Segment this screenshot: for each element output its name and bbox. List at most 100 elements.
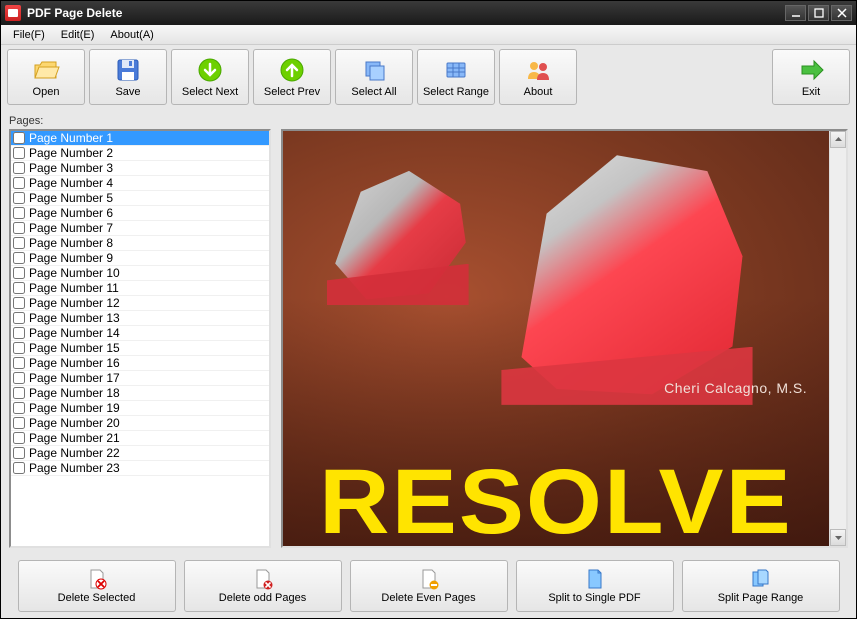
scroll-down-button[interactable] (830, 529, 846, 546)
exit-label: Exit (802, 86, 820, 98)
save-button[interactable]: Save (89, 49, 167, 105)
page-checkbox[interactable] (13, 327, 25, 339)
page-checkbox[interactable] (13, 267, 25, 279)
page-label: Page Number 22 (29, 446, 120, 460)
page-list-item[interactable]: Page Number 5 (11, 191, 269, 206)
page-checkbox[interactable] (13, 177, 25, 189)
select-all-button[interactable]: Select All (335, 49, 413, 105)
page-checkbox[interactable] (13, 462, 25, 474)
page-list-item[interactable]: Page Number 2 (11, 146, 269, 161)
page-checkbox[interactable] (13, 237, 25, 249)
page-list-item[interactable]: Page Number 8 (11, 236, 269, 251)
split-range-button[interactable]: Split Page Range (682, 560, 840, 612)
arrow-up-green-icon (278, 56, 306, 84)
exit-button[interactable]: Exit (772, 49, 850, 105)
page-list-item[interactable]: Page Number 10 (11, 266, 269, 281)
pages-list-container: Page Number 1Page Number 2Page Number 3P… (9, 129, 271, 548)
page-label: Page Number 17 (29, 371, 120, 385)
page-list-item[interactable]: Page Number 7 (11, 221, 269, 236)
page-checkbox[interactable] (13, 282, 25, 294)
page-label: Page Number 21 (29, 431, 120, 445)
page-list-item[interactable]: Page Number 3 (11, 161, 269, 176)
page-list-item[interactable]: Page Number 16 (11, 356, 269, 371)
pages-label: Pages: (9, 113, 848, 129)
page-list-item[interactable]: Page Number 21 (11, 431, 269, 446)
page-checkbox[interactable] (13, 222, 25, 234)
page-list-item[interactable]: Page Number 14 (11, 326, 269, 341)
page-checkbox[interactable] (13, 147, 25, 159)
menu-about[interactable]: About(A) (102, 27, 161, 43)
page-list-item[interactable]: Page Number 12 (11, 296, 269, 311)
page-checkbox[interactable] (13, 417, 25, 429)
select-all-label: Select All (351, 86, 396, 98)
select-next-label: Select Next (182, 86, 238, 98)
page-checkbox[interactable] (13, 297, 25, 309)
select-range-button[interactable]: Select Range (417, 49, 495, 105)
maximize-button[interactable] (808, 5, 829, 21)
page-label: Page Number 9 (29, 251, 113, 265)
page-list-item[interactable]: Page Number 9 (11, 251, 269, 266)
people-icon (524, 56, 552, 84)
select-prev-label: Select Prev (264, 86, 320, 98)
page-checkbox[interactable] (13, 387, 25, 399)
page-list-item[interactable]: Page Number 20 (11, 416, 269, 431)
page-list-item[interactable]: Page Number 4 (11, 176, 269, 191)
window-title: PDF Page Delete (27, 6, 783, 20)
about-button[interactable]: About (499, 49, 577, 105)
page-label: Page Number 16 (29, 356, 120, 370)
page-checkbox[interactable] (13, 192, 25, 204)
page-checkbox[interactable] (13, 207, 25, 219)
select-prev-button[interactable]: Select Prev (253, 49, 331, 105)
page-list-item[interactable]: Page Number 18 (11, 386, 269, 401)
page-list-item[interactable]: Page Number 11 (11, 281, 269, 296)
split-range-label: Split Page Range (718, 592, 804, 604)
page-list-item[interactable]: Page Number 1 (11, 131, 269, 146)
open-button[interactable]: Open (7, 49, 85, 105)
page-checkbox[interactable] (13, 312, 25, 324)
app-window: PDF Page Delete File(F) Edit(E) About(A)… (0, 0, 857, 619)
page-list-item[interactable]: Page Number 19 (11, 401, 269, 416)
arrow-down-green-icon (196, 56, 224, 84)
scroll-track[interactable] (830, 148, 846, 529)
delete-odd-button[interactable]: Delete odd Pages (184, 560, 342, 612)
page-label: Page Number 23 (29, 461, 120, 475)
page-label: Page Number 14 (29, 326, 120, 340)
menu-edit[interactable]: Edit(E) (53, 27, 103, 43)
page-checkbox[interactable] (13, 162, 25, 174)
page-list-item[interactable]: Page Number 22 (11, 446, 269, 461)
minimize-button[interactable] (785, 5, 806, 21)
page-checkbox[interactable] (13, 447, 25, 459)
content-area: Pages: Page Number 1Page Number 2Page Nu… (1, 109, 856, 554)
page-checkbox[interactable] (13, 372, 25, 384)
preview-scrollbar[interactable] (829, 131, 846, 546)
toolbar-spacer (581, 49, 768, 105)
select-next-button[interactable]: Select Next (171, 49, 249, 105)
page-label: Page Number 11 (29, 281, 119, 295)
mid-row: Page Number 1Page Number 2Page Number 3P… (9, 129, 848, 548)
page-label: Page Number 5 (29, 191, 113, 205)
page-checkbox[interactable] (13, 432, 25, 444)
split-single-button[interactable]: Split to Single PDF (516, 560, 674, 612)
page-checkbox[interactable] (13, 357, 25, 369)
menu-file[interactable]: File(F) (5, 27, 53, 43)
page-label: Page Number 18 (29, 386, 120, 400)
delete-selected-label: Delete Selected (58, 592, 136, 604)
page-list-item[interactable]: Page Number 17 (11, 371, 269, 386)
page-list-item[interactable]: Page Number 6 (11, 206, 269, 221)
delete-even-label: Delete Even Pages (381, 592, 475, 604)
page-checkbox[interactable] (13, 132, 25, 144)
page-list-item[interactable]: Page Number 13 (11, 311, 269, 326)
scroll-up-button[interactable] (830, 131, 846, 148)
about-label: About (524, 86, 553, 98)
page-list-item[interactable]: Page Number 23 (11, 461, 269, 476)
delete-selected-button[interactable]: Delete Selected (18, 560, 176, 612)
page-checkbox[interactable] (13, 252, 25, 264)
page-checkbox[interactable] (13, 342, 25, 354)
page-list-item[interactable]: Page Number 15 (11, 341, 269, 356)
app-icon (5, 5, 21, 21)
close-button[interactable] (831, 5, 852, 21)
page-label: Page Number 6 (29, 206, 113, 220)
page-checkbox[interactable] (13, 402, 25, 414)
delete-even-button[interactable]: Delete Even Pages (350, 560, 508, 612)
pages-list[interactable]: Page Number 1Page Number 2Page Number 3P… (11, 131, 269, 546)
